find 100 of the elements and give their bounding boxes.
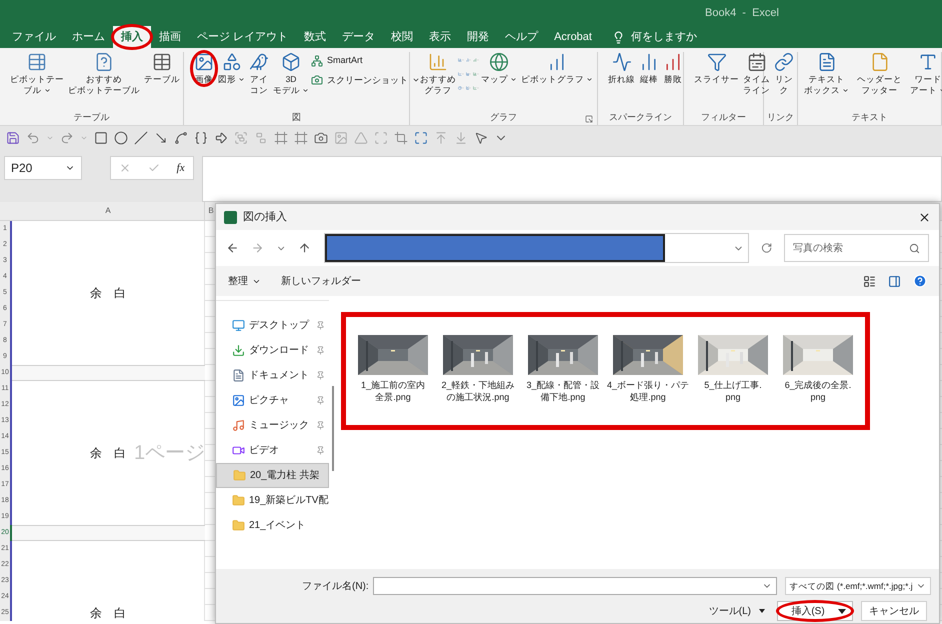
cell-text: 余 白 <box>90 445 126 462</box>
back-icon[interactable] <box>226 241 240 255</box>
ungroup-icon[interactable] <box>254 131 268 145</box>
ribbon-button[interactable]: タイム ライン <box>741 52 772 96</box>
ribbon-tab[interactable]: ヘルプ <box>497 26 546 48</box>
pointer-icon[interactable] <box>474 131 488 145</box>
picture-icon[interactable] <box>334 131 348 145</box>
ribbon-small-button[interactable]: SmartArt <box>311 54 420 68</box>
file-item[interactable]: 4_ボード張り・パテ 処理.png <box>607 335 689 425</box>
navigation-item[interactable]: デスクトップ <box>216 313 329 338</box>
ribbon-button[interactable]: 勝敗 <box>661 52 685 85</box>
ribbon-button[interactable]: ピボットグラフ <box>519 52 595 85</box>
file-item[interactable]: 3_配線・配管・設 備下地.png <box>522 335 604 425</box>
ribbon-tab[interactable]: 挿入 <box>113 26 151 48</box>
navigation-item[interactable]: ドキュメント <box>216 363 329 388</box>
search-field[interactable]: 写真の検索 <box>784 234 930 262</box>
ribbon-tab[interactable]: 描画 <box>151 26 189 48</box>
navigation-item[interactable]: 19_新築ビルTV配 <box>216 488 329 513</box>
new-folder-button[interactable]: 新しいフォルダー <box>281 274 361 288</box>
ribbon-tab[interactable]: 校閲 <box>383 26 422 48</box>
triangle-icon[interactable] <box>354 131 368 145</box>
ribbon-tab[interactable]: Acrobat <box>546 26 600 48</box>
filename-field[interactable] <box>372 577 777 595</box>
file-item[interactable]: 6_完成後の全景. png <box>777 335 859 425</box>
cancel-icon[interactable] <box>119 162 132 174</box>
ribbon-tab[interactable]: ホーム <box>64 26 113 48</box>
up-icon[interactable] <box>298 241 312 255</box>
crop-icon[interactable] <box>394 131 408 145</box>
help-icon[interactable] <box>913 274 927 288</box>
ribbon-button[interactable]: ワード アート <box>908 52 942 96</box>
forward-icon[interactable] <box>251 241 264 255</box>
oval-icon[interactable] <box>114 131 128 145</box>
organize-button[interactable]: 整理 <box>228 274 261 288</box>
navigation-item[interactable]: 21_イベント <box>216 513 329 538</box>
close-icon[interactable] <box>918 210 931 224</box>
navigation-item[interactable]: ピクチャ <box>216 388 329 413</box>
ribbon-group-label: フィルター <box>701 111 746 124</box>
navigation-item[interactable]: 20_電力柱 共架 <box>216 463 329 488</box>
ribbon-button[interactable]: ヘッダーと フッター <box>855 52 904 96</box>
ribbon-button[interactable]: アイ コン <box>247 52 271 96</box>
preview-pane-icon[interactable] <box>888 274 901 288</box>
formula-field[interactable] <box>202 156 942 202</box>
cube-icon <box>281 52 301 72</box>
file-type-dropdown[interactable]: すべての図 (*.emf;*.wmf;*.jpg;*.j <box>784 577 931 595</box>
refresh-icon[interactable] <box>760 242 772 254</box>
ribbon-button[interactable]: マップ <box>479 52 519 85</box>
send-backward-icon[interactable] <box>454 131 468 145</box>
ribbon-tab[interactable]: 数式 <box>296 26 334 48</box>
navigation-item[interactable]: ダウンロード <box>216 338 329 363</box>
dialog-launcher-icon[interactable] <box>585 115 593 123</box>
group-icon[interactable] <box>234 131 248 145</box>
brace-icon[interactable] <box>194 131 208 145</box>
ribbon-tab[interactable]: ファイル <box>4 26 64 48</box>
timeline-icon <box>746 52 766 72</box>
ribbon-button[interactable]: おすすめ グラフ <box>418 52 458 96</box>
navigation-item[interactable]: ミュージック <box>216 413 329 438</box>
selection-icon[interactable] <box>374 131 388 145</box>
insert-button[interactable]: 挿入(S) <box>777 601 853 621</box>
scrollbar[interactable] <box>332 386 334 471</box>
camera-icon[interactable] <box>314 131 328 145</box>
ribbon-small-button[interactable]: スクリーンショット <box>311 74 420 87</box>
tools-button[interactable]: ツール(L) <box>708 604 765 618</box>
ribbon-button[interactable]: 3D モデル <box>271 52 311 96</box>
column-header[interactable]: A <box>12 202 205 220</box>
check-icon[interactable] <box>148 162 160 174</box>
view-icon[interactable] <box>863 274 876 288</box>
ribbon-button[interactable]: スライサー <box>692 52 741 85</box>
ribbon-button[interactable]: おすすめ ピボットテーブル <box>66 52 142 96</box>
page-number-label: 1ページ <box>134 445 206 461</box>
file-item[interactable]: 1_施工前の室内 全景.png <box>352 335 434 425</box>
tell-me-field[interactable]: 何をしますか <box>630 28 697 46</box>
redo-icon[interactable] <box>60 131 74 145</box>
line-icon[interactable] <box>134 131 148 145</box>
ribbon-tab[interactable]: 表示 <box>421 26 460 48</box>
column-header[interactable]: B <box>205 202 217 220</box>
ribbon-tab[interactable]: データ <box>334 26 384 48</box>
file-item[interactable]: 5_仕上げ工事. png <box>692 335 774 425</box>
file-item[interactable]: 2_軽鉄・下地組み の施工状況.png <box>437 335 519 425</box>
ribbon-button[interactable]: 折れ線 <box>606 52 637 85</box>
function-button[interactable]: fx <box>176 160 185 176</box>
freeform-icon[interactable] <box>174 131 188 145</box>
ribbon-button[interactable]: ピボットテー ブル <box>8 52 66 96</box>
block-arrow-icon[interactable] <box>214 131 228 145</box>
ribbon-button[interactable]: テキスト ボックス <box>802 52 851 96</box>
ribbon-button[interactable]: 図形 <box>216 52 247 85</box>
name-box[interactable]: P20 <box>4 156 82 180</box>
save-icon[interactable] <box>6 131 20 145</box>
cancel-button[interactable]: キャンセル <box>861 601 927 621</box>
arrow-icon[interactable] <box>154 131 168 145</box>
address-bar[interactable] <box>324 233 749 263</box>
navigation-item[interactable]: ビデオ <box>216 438 329 463</box>
ribbon-button[interactable]: リン ク <box>772 52 796 96</box>
undo-icon[interactable] <box>26 131 40 145</box>
ribbon-tab[interactable]: ページ レイアウト <box>189 26 296 48</box>
rectangle-icon[interactable] <box>94 131 108 145</box>
ribbon-button[interactable]: テーブル <box>142 52 182 85</box>
bring-forward-icon[interactable] <box>434 131 448 145</box>
resize-icon[interactable] <box>414 131 428 145</box>
ribbon-button[interactable]: 縦棒 <box>637 52 661 85</box>
ribbon-tab[interactable]: 開発 <box>459 26 498 48</box>
